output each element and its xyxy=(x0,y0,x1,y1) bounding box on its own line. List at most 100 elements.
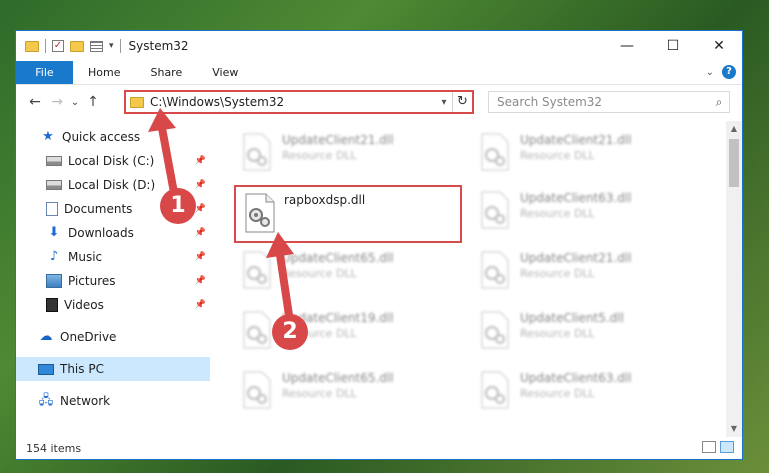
view-switcher xyxy=(702,441,734,453)
customize-toolbar-icon[interactable] xyxy=(90,40,103,52)
file-type: Resource DLL xyxy=(520,207,595,220)
dll-file-icon xyxy=(242,251,276,291)
explorer-window: ✓ ▾ System32 — ☐ ✕ File Home Share View … xyxy=(15,30,743,460)
file-item[interactable]: UpdateClient65.dll Resource DLL xyxy=(234,365,464,417)
file-name: UpdateClient65.dll xyxy=(282,251,394,265)
file-type: Resource DLL xyxy=(282,387,357,400)
tab-view[interactable]: View xyxy=(197,61,253,84)
file-item[interactable]: UpdateClient5.dll Resource DLL xyxy=(472,305,702,357)
pin-icon: 📌 xyxy=(194,252,206,262)
dll-file-icon xyxy=(480,133,514,173)
large-icons-view-icon[interactable] xyxy=(720,441,734,453)
scroll-thumb[interactable] xyxy=(729,139,739,187)
dll-file-icon xyxy=(244,193,278,233)
recent-locations-button[interactable]: ⌄ xyxy=(68,97,82,108)
ribbon-tabs: File Home Share View ⌄ ? xyxy=(16,61,742,85)
file-item[interactable]: UpdateClient19.dll Resource DLL xyxy=(234,305,464,357)
sidebar-item-label: Downloads xyxy=(68,226,134,240)
file-type: Resource DLL xyxy=(520,387,595,400)
vertical-scrollbar[interactable]: ▲ ▼ xyxy=(726,121,742,437)
dll-file-icon xyxy=(242,371,276,411)
dll-file-icon xyxy=(480,191,514,231)
quick-access-toolbar: ✓ ▾ xyxy=(16,39,121,53)
dll-file-icon xyxy=(480,311,514,351)
minimize-button[interactable]: — xyxy=(604,31,650,61)
disk-icon xyxy=(46,180,62,190)
file-item[interactable]: UpdateClient21.dll Resource DLL xyxy=(472,127,702,179)
sidebar-item-quick-access[interactable]: ★ Quick access xyxy=(16,125,210,149)
navigation-pane: ★ Quick access Local Disk (C:) 📌 Local D… xyxy=(16,121,210,435)
step-2-badge: 2 xyxy=(272,314,308,350)
sidebar-item-onedrive[interactable]: ☁ OneDrive xyxy=(16,325,210,349)
title-bar: ✓ ▾ System32 — ☐ ✕ xyxy=(16,31,742,61)
address-path[interactable]: C:\Windows\System32 xyxy=(150,95,436,109)
dll-file-icon xyxy=(242,133,276,173)
star-icon: ★ xyxy=(42,129,54,144)
tab-file[interactable]: File xyxy=(16,61,73,84)
sidebar-item-pictures[interactable]: Pictures 📌 xyxy=(16,269,210,293)
dll-file-icon xyxy=(480,251,514,291)
file-type: Resource DLL xyxy=(520,267,595,280)
file-item-rapboxdsp[interactable]: rapboxdsp.dll xyxy=(236,187,466,239)
chevron-down-icon[interactable]: ▾ xyxy=(109,41,114,51)
separator xyxy=(45,39,46,53)
pc-icon xyxy=(38,363,54,375)
sidebar-item-label: Quick access xyxy=(62,130,141,144)
details-view-icon[interactable] xyxy=(702,441,716,453)
back-button[interactable]: ← xyxy=(24,94,46,110)
network-icon: 🖧 xyxy=(38,393,54,408)
folder-icon xyxy=(130,96,144,108)
videos-icon xyxy=(46,298,58,312)
file-name: UpdateClient65.dll xyxy=(282,371,394,385)
sidebar-item-label: This PC xyxy=(60,362,104,376)
file-name: UpdateClient5.dll xyxy=(520,311,624,325)
up-button[interactable]: ↑ xyxy=(82,94,104,110)
disk-icon xyxy=(46,156,62,166)
folder-icon xyxy=(25,40,39,52)
pin-icon: 📌 xyxy=(194,228,206,238)
file-type: Resource DLL xyxy=(520,149,595,162)
file-type: Resource DLL xyxy=(282,149,357,162)
file-item[interactable]: UpdateClient65.dll Resource DLL xyxy=(234,245,464,297)
separator xyxy=(119,39,121,53)
sidebar-item-this-pc[interactable]: This PC xyxy=(16,357,210,381)
address-bar[interactable]: C:\Windows\System32 ▾ ↻ xyxy=(124,90,474,114)
refresh-button[interactable]: ↻ xyxy=(452,92,472,112)
tab-home[interactable]: Home xyxy=(73,61,135,84)
file-item[interactable]: UpdateClient21.dll Resource DLL xyxy=(472,245,702,297)
scroll-down-icon[interactable]: ▼ xyxy=(726,421,742,437)
navigation-bar: ← → ⌄ ↑ C:\Windows\System32 ▾ ↻ Search S… xyxy=(16,86,742,118)
file-item[interactable]: UpdateClient63.dll Resource DLL xyxy=(472,185,702,237)
sidebar-item-local-disk-c[interactable]: Local Disk (C:) 📌 xyxy=(16,149,210,173)
new-folder-icon[interactable] xyxy=(70,40,84,52)
pin-icon: 📌 xyxy=(194,204,206,214)
maximize-button[interactable]: ☐ xyxy=(650,31,696,61)
pin-icon: 📌 xyxy=(194,180,206,190)
pictures-icon xyxy=(46,274,62,288)
close-button[interactable]: ✕ xyxy=(696,31,742,61)
music-icon: ♪ xyxy=(49,249,59,264)
forward-button[interactable]: → xyxy=(46,94,68,110)
tab-share[interactable]: Share xyxy=(135,61,197,84)
window-controls: — ☐ ✕ xyxy=(604,31,742,61)
properties-check-icon[interactable]: ✓ xyxy=(52,40,64,52)
sidebar-item-music[interactable]: ♪ Music 📌 xyxy=(16,245,210,269)
file-name: UpdateClient21.dll xyxy=(282,133,394,147)
file-item[interactable]: UpdateClient21.dll Resource DLL xyxy=(234,127,464,179)
file-type: Resource DLL xyxy=(520,327,595,340)
file-name: UpdateClient63.dll xyxy=(520,191,632,205)
sidebar-item-label: OneDrive xyxy=(60,330,117,344)
step-1-badge: 1 xyxy=(160,188,196,224)
expand-ribbon-icon[interactable]: ⌄ xyxy=(706,67,714,78)
sidebar-item-label: Local Disk (C:) xyxy=(68,154,155,168)
sidebar-item-network[interactable]: 🖧 Network xyxy=(16,389,210,413)
download-icon: ⬇ xyxy=(48,225,60,240)
search-box[interactable]: Search System32 ⌕ xyxy=(488,91,730,113)
sidebar-item-downloads[interactable]: ⬇ Downloads 📌 xyxy=(16,221,210,245)
sidebar-item-videos[interactable]: Videos 📌 xyxy=(16,293,210,317)
file-item[interactable]: UpdateClient63.dll Resource DLL xyxy=(472,365,702,417)
scroll-up-icon[interactable]: ▲ xyxy=(726,121,742,137)
chevron-down-icon[interactable]: ▾ xyxy=(436,97,452,108)
search-input[interactable]: Search System32 xyxy=(489,95,709,109)
help-icon[interactable]: ? xyxy=(722,65,736,79)
